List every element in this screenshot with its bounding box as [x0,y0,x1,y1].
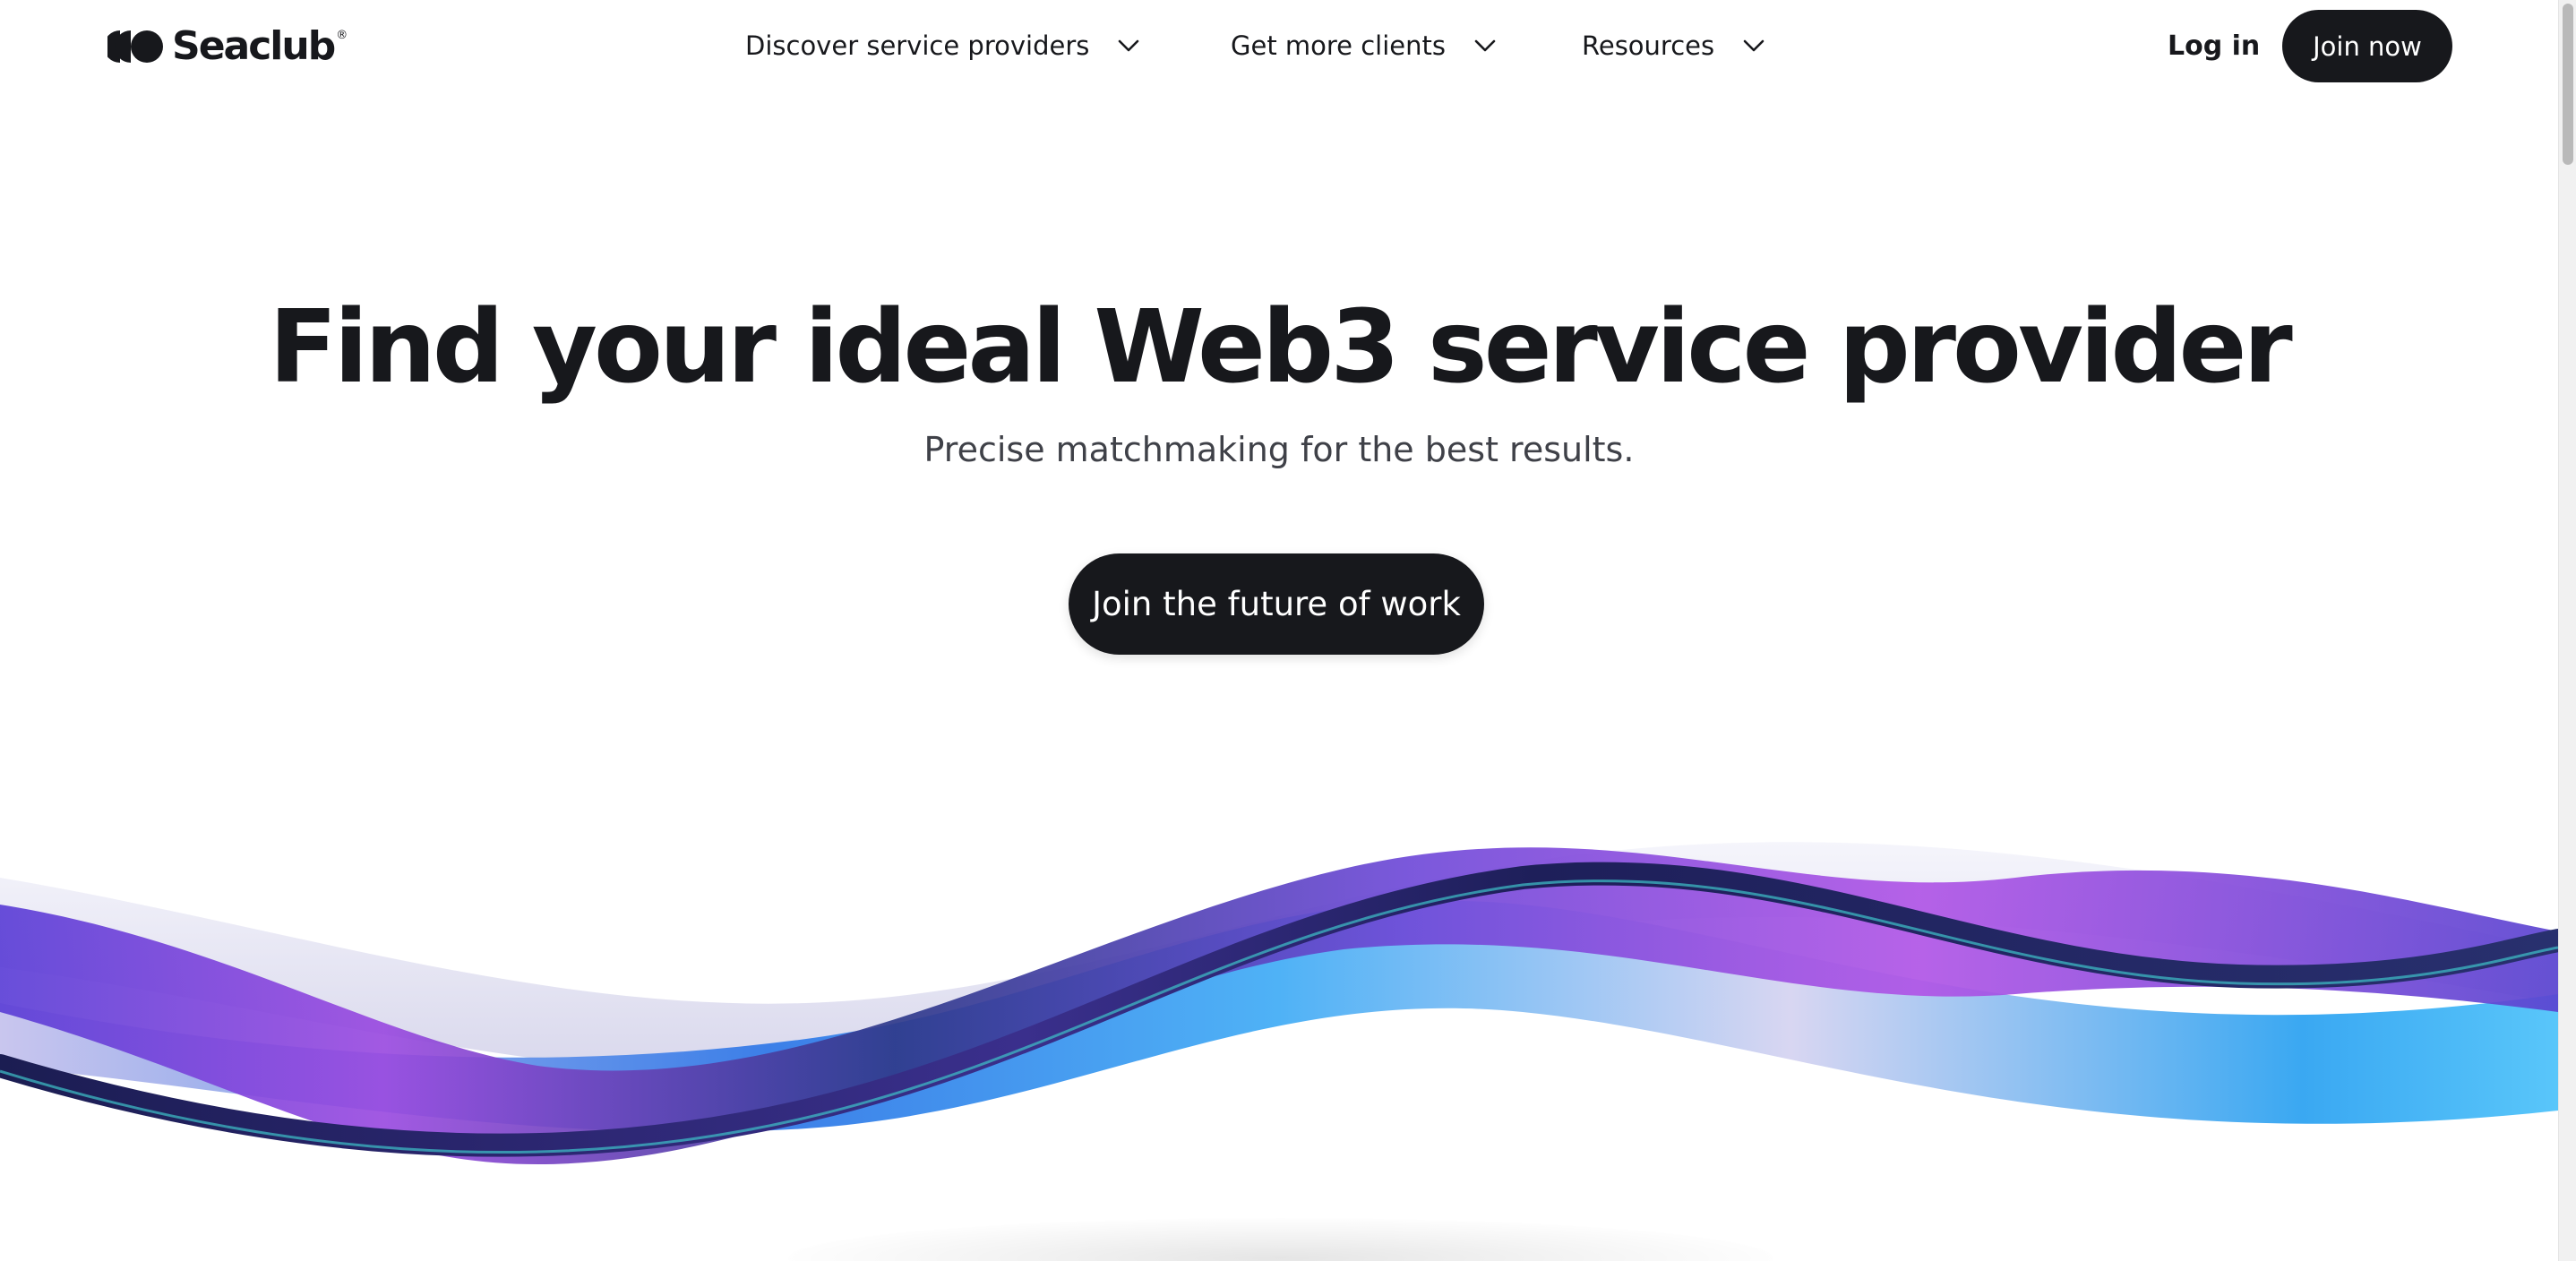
chevron-down-icon [1743,39,1765,52]
chevron-down-icon [1474,39,1496,52]
chevron-down-icon [1119,39,1139,52]
page: Seaclub ® Discover service providers Get… [0,0,2576,1261]
seaclub-logo[interactable]: Seaclub ® [107,25,348,68]
join-now-button[interactable]: Join now [2282,10,2452,82]
scrollbar-thumb[interactable] [2563,4,2573,165]
card-shadow [788,1218,1773,1261]
hero-ribbon-graphic [0,842,2558,1164]
nav-resources[interactable]: Resources [1582,23,1766,68]
site-header: Seaclub ® Discover service providers Get… [0,0,2558,91]
hero-title: Find your ideal Web3 service provider [269,289,2293,406]
logo-registered-mark: ® [336,29,348,42]
nav-label: Resources [1582,30,1715,61]
nav-label: Get more clients [1231,30,1447,61]
hero-subtitle: Precise matchmaking for the best results… [923,430,1635,469]
nav-label: Discover service providers [745,30,1090,61]
logo-mark-icon [107,30,163,63]
page-scrollbar[interactable] [2558,0,2576,1261]
logo-text: Seaclub [172,23,336,69]
join-future-of-work-button[interactable]: Join the future of work [1069,553,1484,655]
nav-discover-service-providers[interactable]: Discover service providers [745,23,1141,68]
nav-get-more-clients[interactable]: Get more clients [1231,23,1498,68]
login-link[interactable]: Log in [2168,23,2260,68]
